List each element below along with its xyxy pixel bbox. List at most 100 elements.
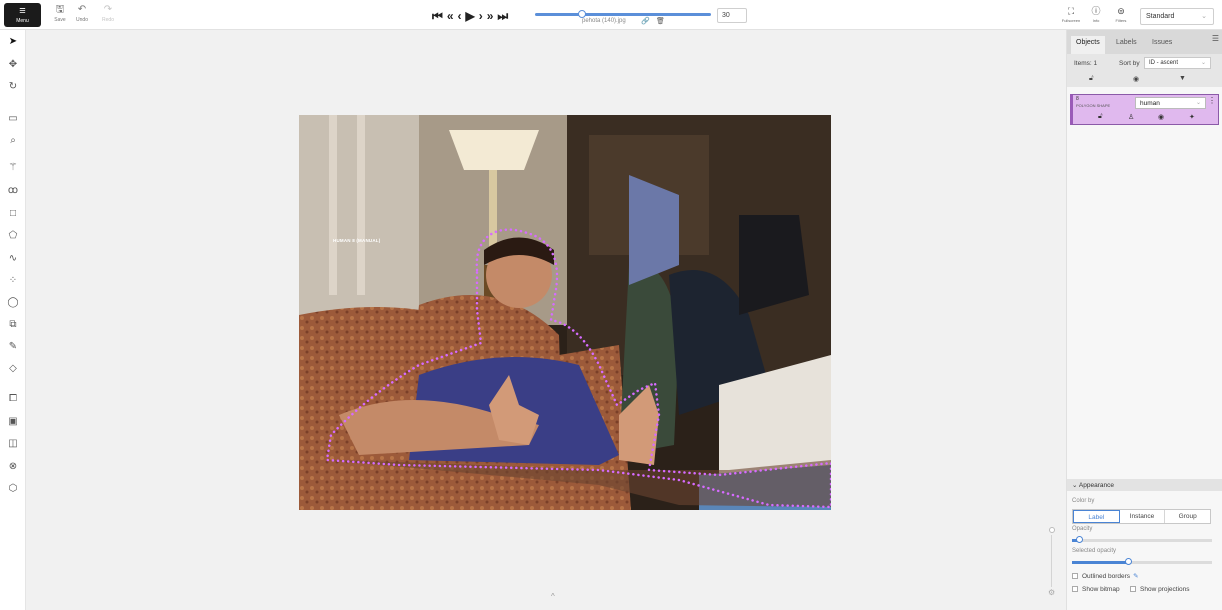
lock-all-icon[interactable]: 🔓︎ (1089, 75, 1094, 83)
frame-slider-thumb[interactable] (578, 10, 586, 18)
filters-button[interactable]: ⊜ Filters (1110, 6, 1132, 28)
selected-opacity-slider-thumb[interactable] (1125, 558, 1132, 565)
checkbox-box[interactable] (1130, 586, 1136, 592)
top-bar: ≡ Menu 🖫 Save ↶ Undo ↷ Redo ⏮ « ‹ ▶ › » … (0, 0, 1222, 30)
join-icon[interactable]: ⊗ (5, 460, 21, 474)
undo-icon: ↶ (77, 4, 87, 15)
cuboid-icon[interactable]: ⧉ (5, 318, 21, 332)
sort-value: ID - ascent (1149, 60, 1179, 66)
appearance-panel: ⌄ Appearance Color by Label Instance Gro… (1067, 479, 1222, 610)
tab-issues[interactable]: Issues (1147, 36, 1177, 54)
selected-opacity-slider[interactable] (1072, 558, 1212, 565)
brush-icon[interactable]: ✎ (5, 340, 21, 354)
frame-number-input[interactable]: 30 (717, 8, 747, 23)
ai-tools-icon[interactable]: ꝏ (5, 184, 21, 198)
tab-objects[interactable]: Objects (1071, 36, 1105, 54)
opacity-label: Opacity (1072, 526, 1093, 532)
objects-sidebar: Objects Labels Issues ☰ Items: 1 Sort by… (1066, 30, 1222, 610)
vertical-zoom-slider[interactable]: ⚙ (1048, 527, 1055, 597)
fast-forward-icon[interactable]: » (487, 9, 494, 23)
filters-icon: ⊜ (1117, 6, 1125, 16)
image-canvas[interactable] (299, 115, 831, 510)
first-frame-icon[interactable]: ⏮ (432, 9, 443, 23)
object-label-select[interactable]: human ⌄ (1135, 97, 1206, 109)
fullscreen-button[interactable]: ⛶ Fullscreen (1060, 6, 1082, 28)
settings-gear-icon[interactable]: ⚙ (1048, 588, 1055, 597)
polyline-icon[interactable]: ∿ (5, 252, 21, 266)
copy-link-icon[interactable]: 🔗 (641, 17, 650, 25)
menu-icon: ≡ (19, 5, 26, 17)
rotate-icon[interactable]: ↻ (5, 80, 21, 94)
object-menu-icon[interactable]: ⋮ (1208, 97, 1216, 105)
magic-wand-icon[interactable]: ⚚ (5, 161, 21, 175)
items-count: Items: 1 (1074, 60, 1098, 67)
merge-icon[interactable]: ⧠ (5, 392, 21, 406)
checkbox-box[interactable] (1072, 573, 1078, 579)
frame-slider[interactable] (535, 13, 711, 16)
fast-back-icon[interactable]: « (447, 9, 454, 23)
filters-label: Filters (1115, 18, 1127, 23)
menu-button[interactable]: ≡ Menu (4, 3, 41, 27)
pin-icon[interactable]: ✦ (1189, 113, 1195, 121)
opacity-slider[interactable] (1072, 536, 1212, 543)
fit-image-icon[interactable]: ▭ (5, 112, 21, 126)
undo-button[interactable]: ↶ Undo (70, 4, 94, 26)
redo-button[interactable]: ↷ Redo (96, 4, 120, 26)
outlined-borders-checkbox[interactable]: Outlined borders ✎ (1072, 572, 1139, 580)
info-label: Info (1092, 18, 1100, 23)
last-frame-icon[interactable]: ⏭ (497, 9, 508, 23)
collapse-sidebar-icon[interactable]: ☰ (1212, 34, 1219, 43)
previous-frame-icon[interactable]: ‹ (458, 9, 462, 23)
zoom-region-icon[interactable]: ⌕ (5, 134, 21, 148)
play-icon[interactable]: ▶ (466, 9, 475, 23)
tag-icon[interactable]: ◇ (5, 362, 21, 376)
checkbox-box[interactable] (1072, 586, 1078, 592)
expand-all-icon[interactable]: ▼ (1179, 75, 1186, 82)
show-projections-checkbox[interactable]: Show projections (1130, 586, 1190, 593)
sort-label: Sort by (1119, 60, 1140, 67)
lock-icon[interactable]: 🔓︎ (1098, 113, 1103, 121)
rectangle-icon[interactable]: □ (5, 207, 21, 221)
cursor-icon[interactable]: ➤ (5, 35, 21, 49)
player-controls: ⏮ « ‹ ▶ › » ⏭ (432, 8, 508, 24)
delete-frame-icon[interactable]: 🗑 (656, 17, 665, 25)
object-card[interactable]: 8 POLYGON SHAPE human ⌄ ⋮ 🔓︎ ♙ ◉ ✦ (1070, 94, 1219, 125)
photo-scene (299, 115, 831, 510)
hide-all-icon[interactable]: ◉ (1133, 75, 1139, 83)
color-by-label-option[interactable]: Label (1073, 510, 1120, 523)
info-button[interactable]: ⓘ Info (1085, 6, 1107, 28)
tab-labels[interactable]: Labels (1111, 36, 1142, 54)
split-icon[interactable]: ◫ (5, 437, 21, 451)
group-icon[interactable]: ▣ (5, 415, 21, 429)
save-icon: 🖫 (55, 4, 65, 15)
appearance-header[interactable]: ⌄ Appearance (1067, 479, 1222, 491)
object-type: POLYGON SHAPE (1076, 103, 1111, 108)
objects-list-header: Items: 1 Sort by ID - ascent ⌄ 🔓︎ ◉ ▼ (1067, 54, 1222, 87)
sidebar-tabs: Objects Labels Issues ☰ (1067, 30, 1222, 54)
selected-opacity-label: Selected opacity (1072, 548, 1117, 554)
slice-icon[interactable]: ⬡ (5, 482, 21, 496)
next-frame-icon[interactable]: › (479, 9, 483, 23)
redo-label: Redo (102, 17, 114, 23)
color-by-group-option[interactable]: Group (1165, 510, 1210, 523)
workspace-select[interactable]: Standard ⌄ (1140, 8, 1214, 25)
chevron-down-icon: ⌄ (1200, 60, 1206, 66)
vertical-slider-track (1051, 535, 1052, 587)
show-projections-label: Show projections (1140, 586, 1190, 593)
polygon-icon[interactable]: ⬠ (5, 229, 21, 243)
color-by-instance-option[interactable]: Instance (1120, 510, 1166, 523)
occluded-icon[interactable]: ♙ (1128, 113, 1134, 121)
sort-select[interactable]: ID - ascent ⌄ (1144, 57, 1211, 69)
visibility-icon[interactable]: ◉ (1158, 113, 1164, 121)
ellipse-icon[interactable]: ◯ (5, 296, 21, 310)
move-icon[interactable]: ✥ (5, 58, 21, 72)
show-bitmap-checkbox[interactable]: Show bitmap (1072, 586, 1120, 593)
points-icon[interactable]: ⁘ (5, 274, 21, 288)
redo-icon: ↷ (103, 4, 113, 15)
pencil-icon[interactable]: ✎ (1133, 573, 1138, 580)
save-button[interactable]: 🖫 Save (48, 4, 72, 26)
opacity-slider-thumb[interactable] (1076, 536, 1083, 543)
vertical-slider-knob[interactable] (1049, 527, 1055, 533)
chevron-down-icon: ⌄ (1195, 100, 1201, 106)
expand-timeline-icon[interactable]: ^ (551, 592, 555, 601)
